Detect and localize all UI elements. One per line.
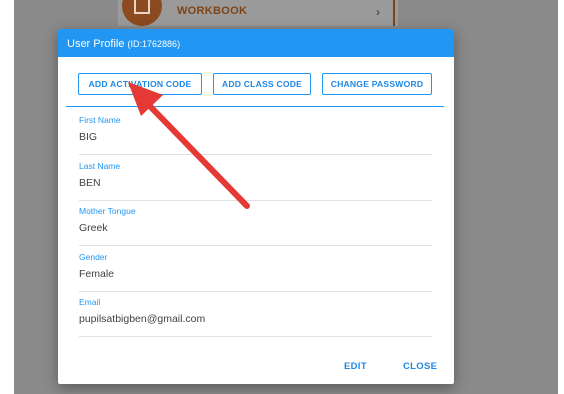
- arrow-shaft: [141, 97, 250, 209]
- screen: WORKBOOK › User Profile (ID:1762886) ADD…: [0, 0, 564, 394]
- pointer-arrow-icon: [128, 82, 250, 209]
